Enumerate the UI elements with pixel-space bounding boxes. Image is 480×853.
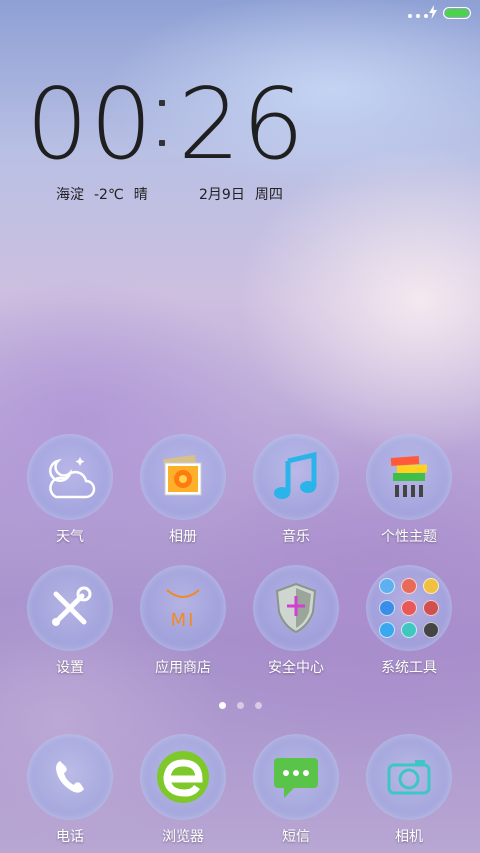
clock-colon (159, 100, 165, 150)
messages-icon (253, 734, 339, 820)
app-weather[interactable]: 天气 (15, 434, 125, 546)
charging-icon (429, 5, 437, 19)
app-label: 天气 (56, 529, 84, 545)
app-label: 个性主题 (381, 529, 437, 545)
page-dot-active[interactable] (218, 702, 226, 709)
app-label: 设置 (56, 660, 84, 676)
app-label: 音乐 (282, 529, 310, 545)
app-tools-folder[interactable]: 系统工具 (354, 565, 464, 677)
dock-phone[interactable]: 电话 (15, 734, 125, 846)
weather-summary[interactable]: 海淀 -2℃ 晴 (56, 184, 148, 204)
app-label: 相机 (395, 829, 423, 845)
app-label: 电话 (56, 829, 84, 845)
app-settings[interactable]: 设置 (15, 565, 125, 677)
weekday-text: 周四 (254, 187, 283, 203)
clock-minute-ones: 6 (242, 68, 305, 182)
app-label: 短信 (282, 829, 310, 845)
status-bar (0, 0, 480, 28)
date-text: 2月9日 (199, 187, 245, 203)
app-music[interactable]: 音乐 (241, 434, 351, 546)
weather-condition: 晴 (133, 187, 148, 203)
security-icon (253, 565, 339, 651)
music-icon (253, 434, 339, 520)
dock-messages[interactable]: 短信 (241, 734, 351, 846)
themes-icon (366, 434, 452, 520)
more-dots-icon (408, 14, 428, 18)
app-label: 安全中心 (268, 660, 324, 676)
gallery-icon (140, 434, 226, 520)
settings-icon (27, 565, 113, 651)
clock-hour-tens: 0 (26, 68, 89, 182)
page-dot[interactable] (236, 702, 244, 709)
page-indicator[interactable] (0, 702, 480, 709)
app-store-icon: MI (140, 565, 226, 651)
app-label: 相册 (169, 529, 197, 545)
clock-hour-ones: 0 (90, 68, 153, 182)
app-security[interactable]: 安全中心 (241, 565, 351, 677)
app-label: 应用商店 (155, 660, 211, 676)
page-dot[interactable] (254, 702, 262, 709)
camera-icon (366, 734, 452, 820)
app-gallery[interactable]: 相册 (128, 434, 238, 546)
weather-icon (27, 434, 113, 520)
app-label: 浏览器 (162, 829, 204, 845)
phone-icon (27, 734, 113, 820)
browser-icon (140, 734, 226, 820)
dock-browser[interactable]: 浏览器 (128, 734, 238, 846)
battery-icon (443, 7, 471, 19)
weather-location: 海淀 (56, 187, 84, 203)
app-themes[interactable]: 个性主题 (354, 434, 464, 546)
tools-folder-icon (366, 565, 452, 651)
app-store[interactable]: MI 应用商店 (128, 565, 238, 677)
app-label: 系统工具 (381, 660, 437, 676)
dock-camera[interactable]: 相机 (354, 734, 464, 846)
date-summary[interactable]: 2月9日 周四 (199, 184, 283, 204)
store-mi-text: MI (170, 610, 196, 631)
weather-temperature: -2℃ (94, 187, 124, 203)
clock-minute-tens: 2 (178, 68, 241, 182)
